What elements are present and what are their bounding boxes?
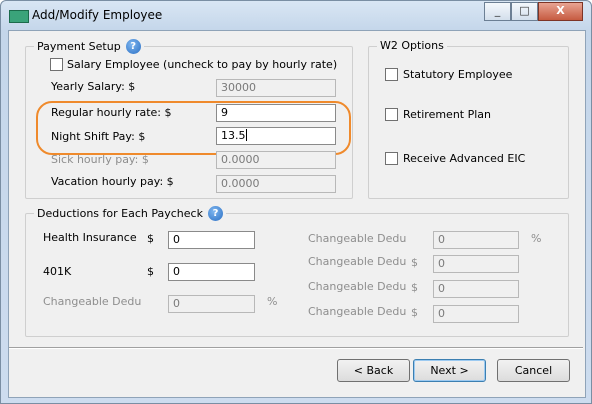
separator — [9, 347, 583, 349]
changeable-deduction-unit: $ — [411, 281, 418, 294]
health-insurance-label: Health Insurance — [43, 231, 137, 244]
w2-options-title: W2 Options — [380, 39, 444, 52]
back-button[interactable]: < Back — [337, 359, 410, 382]
advanced-eic-checkbox[interactable] — [385, 152, 398, 165]
yearly-salary-field[interactable]: 30000 — [216, 79, 336, 97]
app-icon — [9, 10, 29, 23]
annotation-highlight — [36, 101, 351, 155]
window-title: Add/Modify Employee — [32, 8, 163, 22]
salary-employee-label: Salary Employee (uncheck to pay by hourl… — [67, 58, 338, 71]
changeable-deduction-unit: % — [267, 295, 278, 308]
payment-setup-title: Payment Setup — [37, 40, 121, 53]
advanced-eic-label: Receive Advanced EIC — [403, 152, 526, 165]
changeable-deduction-label: Changeable Dedu — [308, 280, 407, 293]
minimize-button[interactable]: _ — [484, 2, 511, 21]
changeable-deduction-unit: $ — [411, 256, 418, 269]
changeable-deduction-label: Changeable Dedu — [308, 305, 407, 318]
help-icon[interactable]: ? — [125, 39, 141, 54]
changeable-deduction-label: Changeable Dedu — [43, 295, 142, 308]
retirement-plan-label: Retirement Plan — [403, 108, 491, 121]
health-insurance-currency: $ — [147, 232, 154, 245]
changeable-deduction-field[interactable]: 0 — [168, 295, 255, 313]
sick-hourly-pay-field[interactable]: 0.0000 — [216, 151, 336, 169]
vacation-hourly-pay-label: Vacation hourly pay: $ — [51, 175, 174, 188]
changeable-deduction-label: Changeable Dedu — [308, 232, 407, 245]
employee-dialog-window: Add/Modify Employee _ □ X Payment Setup … — [0, 0, 592, 404]
vacation-hourly-pay-field[interactable]: 0.0000 — [216, 175, 336, 193]
401k-field[interactable]: 0 — [168, 263, 255, 281]
401k-currency: $ — [147, 265, 154, 278]
next-button[interactable]: Next > — [413, 359, 486, 382]
changeable-deduction-field[interactable]: 0 — [433, 255, 519, 273]
retirement-plan-checkbox[interactable] — [385, 108, 398, 121]
changeable-deduction-unit: % — [531, 232, 542, 245]
help-icon[interactable]: ? — [207, 206, 223, 221]
title-bar: Add/Modify Employee _ □ X — [1, 1, 591, 31]
deductions-title: Deductions for Each Paycheck — [37, 207, 203, 220]
401k-label: 401K — [43, 265, 72, 278]
changeable-deduction-label: Changeable Dedu — [308, 255, 407, 268]
close-button[interactable]: X — [538, 2, 583, 21]
statutory-employee-label: Statutory Employee — [403, 68, 513, 81]
sick-hourly-pay-label: Sick hourly pay: $ — [51, 153, 149, 166]
maximize-button[interactable]: □ — [511, 2, 538, 21]
cancel-button[interactable]: Cancel — [497, 359, 570, 382]
salary-employee-checkbox[interactable] — [50, 58, 63, 71]
yearly-salary-label: Yearly Salary: $ — [51, 80, 136, 93]
changeable-deduction-field[interactable]: 0 — [433, 305, 519, 323]
changeable-deduction-field[interactable]: 0 — [433, 280, 519, 298]
statutory-employee-checkbox[interactable] — [385, 68, 398, 81]
changeable-deduction-field[interactable]: 0 — [433, 231, 519, 249]
changeable-deduction-unit: $ — [411, 306, 418, 319]
health-insurance-field[interactable]: 0 — [168, 231, 255, 249]
